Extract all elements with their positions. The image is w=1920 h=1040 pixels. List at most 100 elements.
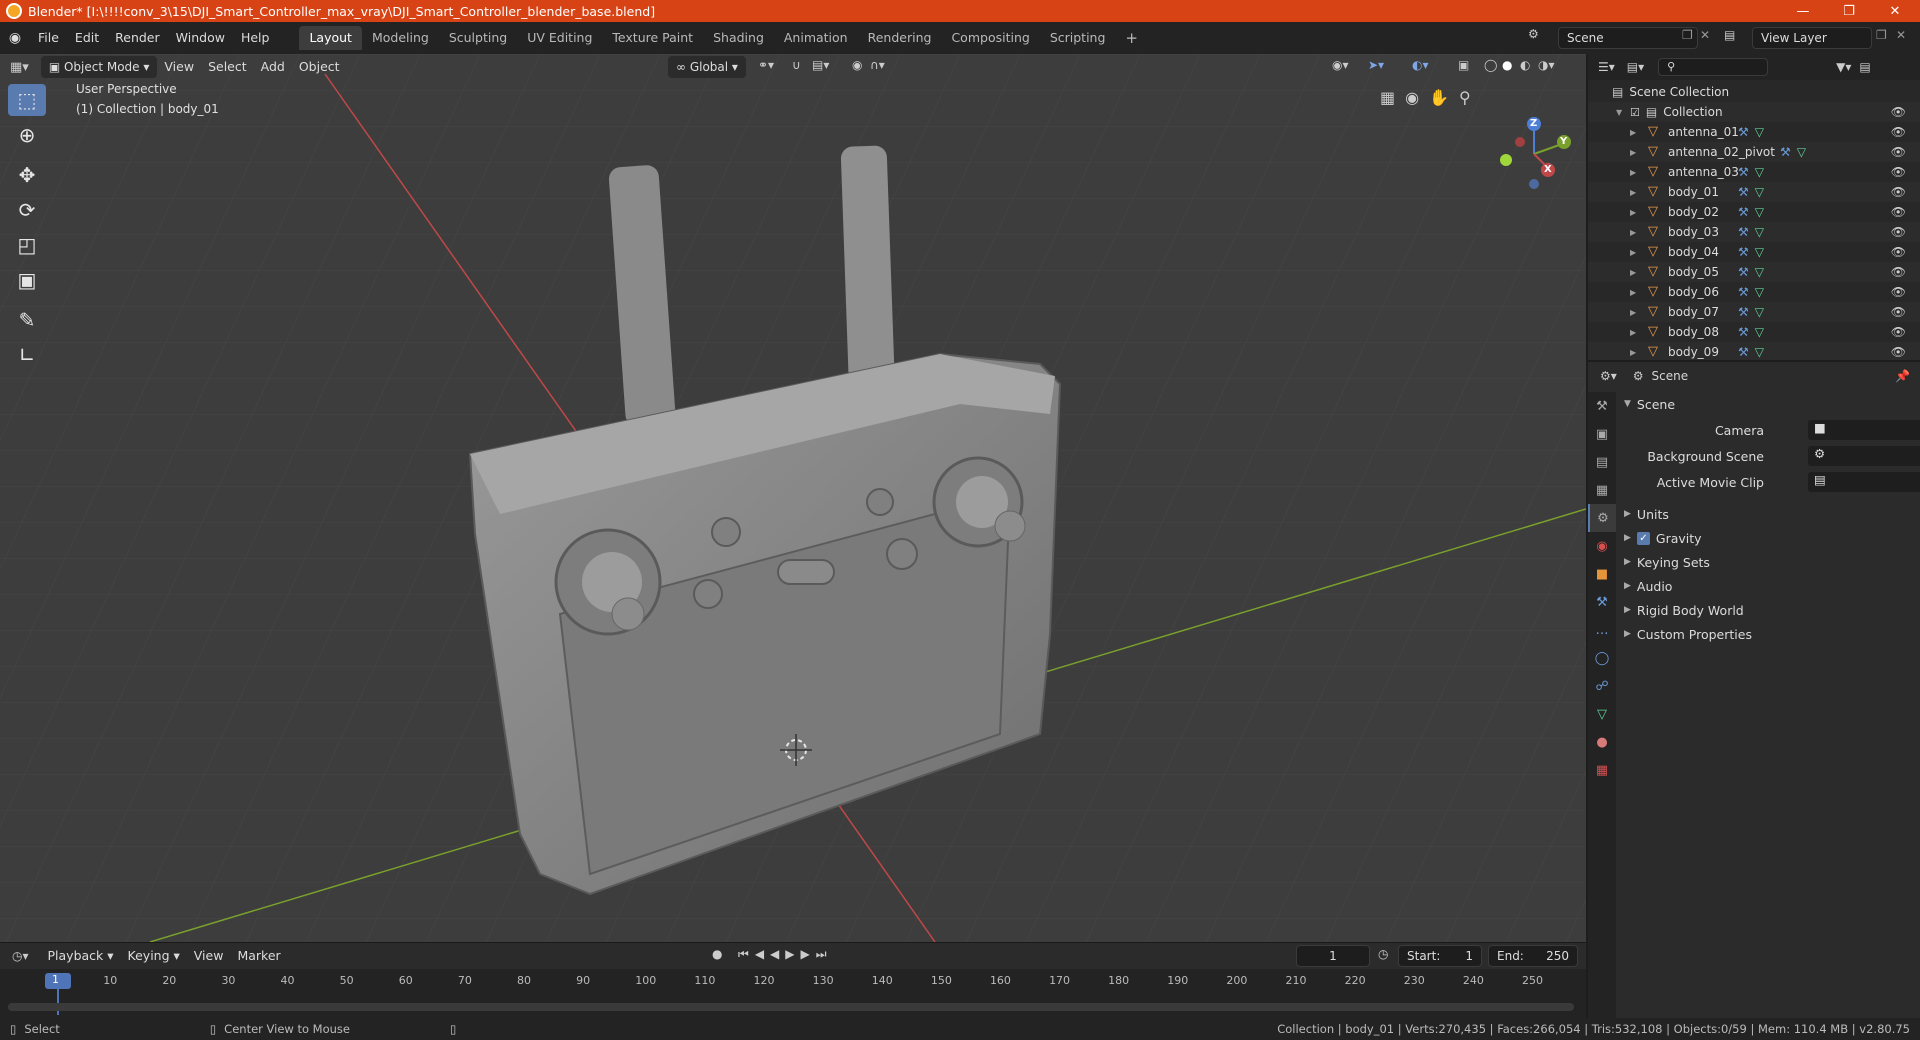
texture-tab-icon[interactable]: ▦ — [1588, 756, 1616, 784]
modifier-wrench-icon[interactable]: ⚒ — [1738, 125, 1749, 139]
visibility-eye-icon[interactable]: 👁 — [1891, 185, 1906, 199]
play-reverse-icon[interactable]: ◀ — [770, 947, 785, 961]
outliner-object-row[interactable]: ▶ ▽ body_02 ⚒ ▽ 👁 — [1588, 202, 1920, 222]
next-keyframe-icon[interactable]: ▶ — [801, 947, 816, 961]
data-tab-icon[interactable]: ▽ — [1588, 700, 1616, 728]
play-icon[interactable]: ▶ — [785, 947, 800, 961]
button-3[interactable] — [866, 488, 894, 516]
camera-field[interactable]: ■✒ — [1808, 420, 1920, 440]
mesh-data-icon[interactable]: ▽ — [1755, 185, 1764, 199]
outliner-scene-collection[interactable]: ▤ Scene Collection — [1588, 82, 1920, 102]
cursor-tool-icon[interactable]: ⊕ — [8, 119, 46, 151]
timeline-menu-keying[interactable]: Keying ▾ — [121, 945, 187, 967]
timeline-menu-playback[interactable]: Playback ▾ — [41, 945, 121, 967]
xray-icon[interactable]: ▣ — [1458, 58, 1469, 72]
outliner-object-row[interactable]: ▶ ▽ body_08 ⚒ ▽ 👁 — [1588, 322, 1920, 342]
tab-modeling[interactable]: Modeling — [362, 26, 439, 50]
falloff-icon[interactable]: ∩▾ — [870, 58, 885, 72]
pin-icon[interactable]: 📌 — [1895, 369, 1910, 383]
expand-icon[interactable]: ▶ — [1630, 308, 1640, 317]
jump-start-icon[interactable]: ⏮ — [738, 947, 755, 961]
mode-dropdown[interactable]: ▣ Object Mode ▾ — [40, 56, 158, 78]
menu-render[interactable]: Render — [107, 26, 168, 50]
viewport-menu-object[interactable]: Object — [292, 56, 347, 78]
button-1[interactable] — [711, 517, 741, 547]
transform-tool-icon[interactable]: ▣ — [8, 264, 46, 296]
orientation-dropdown[interactable]: ∞ Global ▾ — [668, 56, 746, 78]
visibility-eye-icon[interactable]: 👁 — [1891, 165, 1906, 179]
outliner-object-row[interactable]: ▶ ▽ body_01 ⚒ ▽ 👁 — [1588, 182, 1920, 202]
view-layer-icon[interactable]: ▤ — [1724, 28, 1735, 42]
new-scene-icon[interactable]: ❐ — [1682, 28, 1693, 42]
menu-window[interactable]: Window — [168, 26, 233, 50]
world-props-tab-icon[interactable]: ◉ — [1588, 532, 1616, 560]
gravity-checkbox[interactable]: ✓ — [1636, 531, 1650, 545]
restore-icon[interactable]: ❐ — [1826, 0, 1872, 22]
outliner-object-row[interactable]: ▶ ▽ body_05 ⚒ ▽ 👁 — [1588, 262, 1920, 282]
scene-props-tab-icon[interactable]: ⚙ — [1588, 504, 1616, 532]
mesh-data-icon[interactable]: ▽ — [1755, 245, 1764, 259]
rendered-shading-icon[interactable]: ◑▾ — [1538, 58, 1555, 72]
mesh-data-icon[interactable]: ▽ — [1755, 285, 1764, 299]
move-tool-icon[interactable]: ✥ — [8, 159, 46, 191]
visibility-eye-icon[interactable]: 👁 — [1891, 145, 1906, 159]
modifier-wrench-icon[interactable]: ⚒ — [1738, 245, 1749, 259]
blender-menu-icon[interactable]: ◉ — [0, 30, 30, 46]
overlays-icon[interactable]: ◐▾ — [1412, 58, 1429, 72]
expand-icon[interactable]: ▶ — [1630, 228, 1640, 237]
3d-viewport[interactable]: Z Y X ▦▾ ▣ Object Mode ▾ View Select Add… — [0, 54, 1586, 942]
expand-icon[interactable]: ▶ — [1630, 168, 1640, 177]
solid-shading-icon[interactable]: ● — [1502, 58, 1512, 72]
outliner-object-row[interactable]: ▶ ▽ body_04 ⚒ ▽ 👁 — [1588, 242, 1920, 262]
expand-icon[interactable]: ▶ — [1630, 128, 1640, 137]
outliner-object-row[interactable]: ▶ ▽ antenna_03 ⚒ ▽ 👁 — [1588, 162, 1920, 182]
outliner-object-row[interactable]: ▶ ▽ body_07 ⚒ ▽ 👁 — [1588, 302, 1920, 322]
menu-help[interactable]: Help — [233, 26, 278, 50]
current-frame-field[interactable]: 1 — [1296, 945, 1370, 967]
material-shading-icon[interactable]: ◐ — [1520, 58, 1530, 72]
modifier-wrench-icon[interactable]: ⚒ — [1738, 165, 1749, 179]
viewport-menu-view[interactable]: View — [157, 56, 201, 78]
annotate-tool-icon[interactable]: ✎ — [8, 304, 46, 336]
filter-icon[interactable]: ▼▾ — [1836, 60, 1851, 74]
scene-section-header[interactable]: ▼ Scene — [1624, 392, 1914, 416]
outliner-object-row[interactable]: ▶ ▽ antenna_02_pivot ⚒ ▽ 👁 — [1588, 142, 1920, 162]
viewport-menu-select[interactable]: Select — [201, 56, 254, 78]
modifier-wrench-icon[interactable]: ⚒ — [1738, 185, 1749, 199]
modifier-wrench-icon[interactable]: ⚒ — [1780, 145, 1791, 159]
gizmo-neg-z[interactable] — [1529, 179, 1539, 189]
expand-icon[interactable]: ▶ — [1630, 348, 1640, 357]
gravity-panel[interactable]: ▶ ✓ Gravity — [1624, 526, 1914, 550]
outliner-object-row[interactable]: ▶ ▽ body_09 ⚒ ▽ 👁 — [1588, 342, 1920, 360]
gizmo-neg-x[interactable] — [1515, 137, 1525, 147]
gizmo-neg-y[interactable] — [1500, 154, 1512, 166]
units-panel[interactable]: ▶ Units — [1624, 502, 1914, 526]
object-props-tab-icon[interactable]: ■ — [1588, 560, 1616, 588]
record-icon[interactable]: ● — [712, 947, 722, 961]
visibility-icon[interactable]: ◉▾ — [1332, 58, 1349, 72]
visibility-eye-icon[interactable]: 👁 — [1891, 345, 1906, 359]
expand-icon[interactable]: ▶ — [1630, 268, 1640, 277]
timeline-menu-marker[interactable]: Marker — [230, 945, 287, 967]
visibility-eye-icon[interactable]: 👁 — [1891, 125, 1906, 139]
tab-layout[interactable]: Layout — [299, 26, 362, 50]
timeline-scrollbar[interactable] — [8, 1003, 1574, 1011]
new-collection-icon[interactable]: ▤ — [1859, 60, 1870, 74]
rotate-tool-icon[interactable]: ⟳ — [8, 194, 46, 226]
custom-properties-panel[interactable]: ▶ Custom Properties — [1624, 622, 1914, 646]
mesh-data-icon[interactable]: ▽ — [1755, 225, 1764, 239]
add-workspace-button[interactable]: + — [1115, 26, 1148, 50]
outliner-collection[interactable]: ▼ ☑ ▤ Collection 👁 — [1588, 102, 1920, 122]
view-layer-field[interactable]: View Layer — [1752, 27, 1872, 49]
expand-icon[interactable]: ▶ — [1630, 288, 1640, 297]
close-icon[interactable]: ✕ — [1872, 0, 1918, 22]
modifier-wrench-icon[interactable]: ⚒ — [1738, 205, 1749, 219]
modifier-wrench-icon[interactable]: ⚒ — [1738, 225, 1749, 239]
visibility-eye-icon[interactable]: 👁 — [1891, 265, 1906, 279]
tab-shading[interactable]: Shading — [703, 26, 774, 50]
scale-tool-icon[interactable]: ◰ — [8, 229, 46, 261]
modifier-wrench-icon[interactable]: ⚒ — [1738, 305, 1749, 319]
modifier-wrench-icon[interactable]: ⚒ — [1738, 325, 1749, 339]
expand-icon[interactable]: ▶ — [1630, 328, 1640, 337]
outliner-object-row[interactable]: ▶ ▽ body_06 ⚒ ▽ 👁 — [1588, 282, 1920, 302]
